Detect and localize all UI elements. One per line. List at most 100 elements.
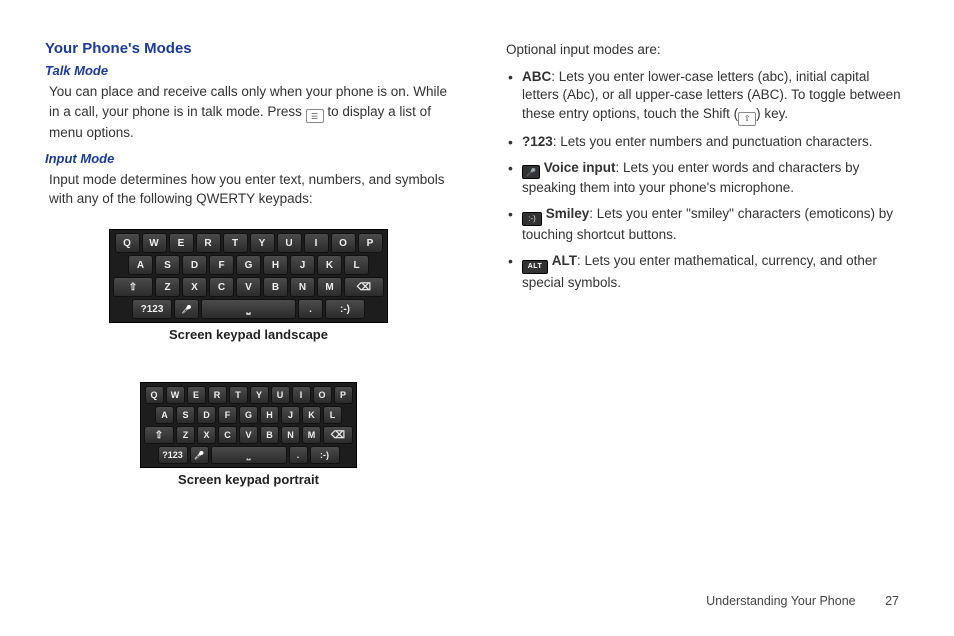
key-backspace xyxy=(344,277,384,297)
key-G: G xyxy=(236,255,261,275)
footer-page: 27 xyxy=(885,594,899,608)
menu-icon: ☰ xyxy=(306,109,324,123)
key-N: N xyxy=(290,277,315,297)
key-W: W xyxy=(166,386,185,404)
key-T: T xyxy=(229,386,248,404)
key-X: X xyxy=(182,277,207,297)
key-M: M xyxy=(302,426,321,444)
talk-mode-body: You can place and receive calls only whe… xyxy=(49,82,452,143)
key-I: I xyxy=(304,233,329,253)
key-J: J xyxy=(281,406,300,424)
key-K: K xyxy=(317,255,342,275)
key-D: D xyxy=(197,406,216,424)
key-F: F xyxy=(218,406,237,424)
n123-text: : Lets you enter numbers and punctuation… xyxy=(553,134,873,149)
input-text: Input mode determines how you enter text… xyxy=(49,170,452,209)
key-dot: . xyxy=(289,446,308,464)
shift-icon: ⇧ xyxy=(738,112,756,126)
key-shift xyxy=(144,426,174,444)
key-Y: Y xyxy=(250,386,269,404)
key-Q: Q xyxy=(115,233,140,253)
list-item-alt: ALT ALT: Lets you enter mathematical, cu… xyxy=(508,252,909,293)
key-backspace xyxy=(323,426,353,444)
list-item-smiley: :-) Smiley: Lets you enter "smiley" char… xyxy=(508,205,909,244)
key-123: ?123 xyxy=(132,299,172,319)
caption-portrait: Screen keypad portrait xyxy=(178,472,319,487)
keyboard-portrait-wrap: QWERTYUIOP ASDFGHJKL ZXCVBNM ?123 ⎵.:-) Scre… xyxy=(45,382,452,507)
smiley-icon: :-) xyxy=(522,212,542,226)
key-Z: Z xyxy=(155,277,180,297)
input-mode-heading: Input Mode xyxy=(45,151,452,166)
key-C: C xyxy=(218,426,237,444)
key-J: J xyxy=(290,255,315,275)
list-item-123: ?123: Lets you enter numbers and punctua… xyxy=(508,133,909,152)
key-R: R xyxy=(196,233,221,253)
key-V: V xyxy=(239,426,258,444)
key-U: U xyxy=(277,233,302,253)
key-smiley: :-) xyxy=(310,446,340,464)
key-E: E xyxy=(169,233,194,253)
key-I: I xyxy=(292,386,311,404)
key-dot: . xyxy=(298,299,323,319)
abc-label: ABC xyxy=(522,69,551,84)
key-Y: Y xyxy=(250,233,275,253)
key-space: ⎵ xyxy=(211,446,287,464)
key-Z: Z xyxy=(176,426,195,444)
key-E: E xyxy=(187,386,206,404)
key-U: U xyxy=(271,386,290,404)
key-A: A xyxy=(155,406,174,424)
mode-list: ABC: Lets you enter lower-case letters (… xyxy=(508,68,909,293)
right-column: Optional input modes are: ABC: Lets you … xyxy=(502,40,909,507)
key-smiley: :-) xyxy=(325,299,365,319)
n123-label: ?123 xyxy=(522,134,553,149)
key-B: B xyxy=(260,426,279,444)
list-item-abc: ABC: Lets you enter lower-case letters (… xyxy=(508,68,909,126)
key-O: O xyxy=(313,386,332,404)
smiley-label: Smiley xyxy=(546,206,590,221)
optional-intro: Optional input modes are: xyxy=(506,40,909,60)
key-Q: Q xyxy=(145,386,164,404)
voice-label: Voice input xyxy=(544,160,616,175)
footer: Understanding Your Phone 27 xyxy=(706,594,899,608)
key-R: R xyxy=(208,386,227,404)
key-B: B xyxy=(263,277,288,297)
alt-icon: ALT xyxy=(522,260,548,274)
input-mode-body: Input mode determines how you enter text… xyxy=(49,170,452,209)
key-A: A xyxy=(128,255,153,275)
key-123: ?123 xyxy=(158,446,188,464)
key-W: W xyxy=(142,233,167,253)
key-S: S xyxy=(155,255,180,275)
footer-section: Understanding Your Phone xyxy=(706,594,855,608)
key-L: L xyxy=(344,255,369,275)
key-O: O xyxy=(331,233,356,253)
key-H: H xyxy=(260,406,279,424)
left-column: Your Phone's Modes Talk Mode You can pla… xyxy=(45,40,452,507)
key-space: ⎵ xyxy=(201,299,296,319)
key-T: T xyxy=(223,233,248,253)
alt-label: ALT xyxy=(552,253,577,268)
abc-text-1: : Lets you enter lower-case letters (abc… xyxy=(522,69,901,122)
key-mic xyxy=(190,446,209,464)
key-N: N xyxy=(281,426,300,444)
list-item-voice: 🎤 Voice input: Lets you enter words and … xyxy=(508,159,909,198)
section-heading: Your Phone's Modes xyxy=(45,40,452,57)
mic-icon: 🎤 xyxy=(522,165,540,179)
key-L: L xyxy=(323,406,342,424)
key-mic xyxy=(174,299,199,319)
key-S: S xyxy=(176,406,195,424)
key-M: M xyxy=(317,277,342,297)
keyboard-landscape-wrap: QWERTYUIOPASDFGHJKLZXCVBNM?123⎵.:-) Scre… xyxy=(45,229,452,362)
key-shift xyxy=(113,277,153,297)
abc-text-2: ) key. xyxy=(756,106,788,121)
talk-mode-heading: Talk Mode xyxy=(45,63,452,78)
keyboard-portrait: QWERTYUIOP ASDFGHJKL ZXCVBNM ?123 ⎵.:-) xyxy=(140,382,357,468)
key-K: K xyxy=(302,406,321,424)
key-X: X xyxy=(197,426,216,444)
caption-landscape: Screen keypad landscape xyxy=(169,327,328,342)
key-V: V xyxy=(236,277,261,297)
key-P: P xyxy=(358,233,383,253)
key-G: G xyxy=(239,406,258,424)
key-D: D xyxy=(182,255,207,275)
key-P: P xyxy=(334,386,353,404)
keyboard-landscape: QWERTYUIOPASDFGHJKLZXCVBNM?123⎵.:-) xyxy=(109,229,388,323)
